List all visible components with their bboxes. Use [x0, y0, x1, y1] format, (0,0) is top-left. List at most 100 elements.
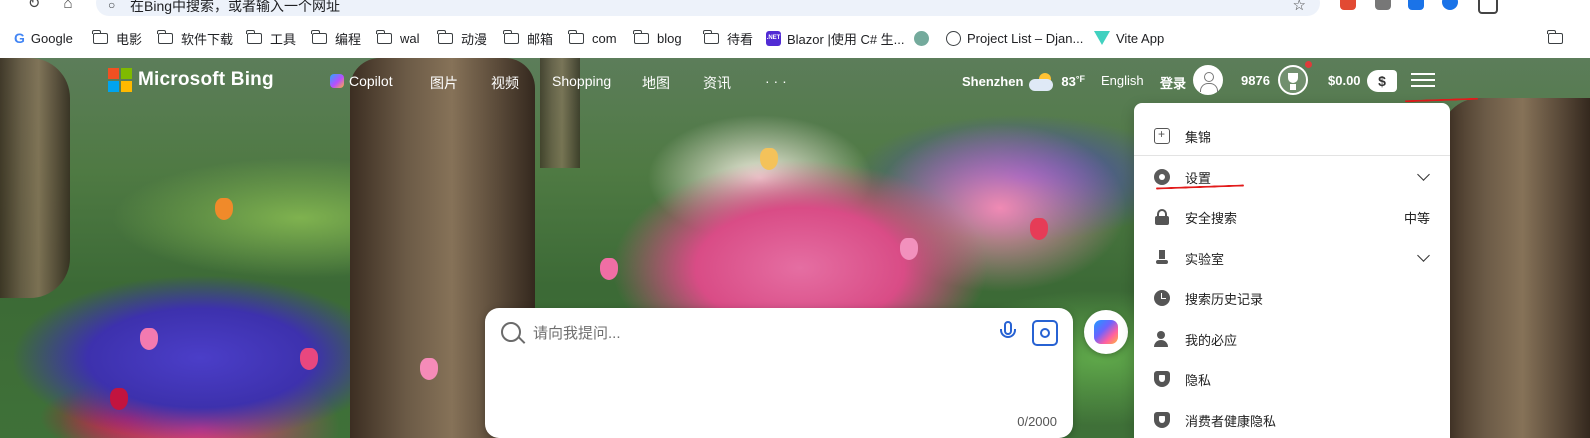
folder-icon: [633, 29, 649, 44]
nav-videos[interactable]: 视频: [491, 73, 519, 93]
bookmark-label: 邮箱: [527, 31, 554, 47]
char-counter: 0/2000: [1017, 414, 1057, 429]
extension-icon[interactable]: [1340, 0, 1356, 10]
nav-copilot[interactable]: Copilot: [330, 73, 393, 89]
extension-icon[interactable]: [1442, 0, 1458, 10]
nav-maps[interactable]: 地图: [642, 73, 670, 93]
folder-icon: [437, 29, 453, 44]
brand-name: Microsoft Bing: [138, 69, 274, 90]
weather-unit: °F: [1075, 74, 1085, 84]
bookmark-google[interactable]: G Google: [14, 29, 73, 47]
lab-icon: [1154, 250, 1170, 266]
bookmark-folder[interactable]: wal: [376, 29, 420, 47]
hamburger-menu-icon[interactable]: [1411, 70, 1435, 90]
chatgpt-icon: [914, 30, 929, 46]
copilot-button[interactable]: [1084, 310, 1128, 354]
tulip-image: [110, 388, 128, 410]
microphone-icon[interactable]: [999, 321, 1019, 345]
visual-search-icon[interactable]: [1032, 320, 1058, 346]
bookmark-vite-app[interactable]: Vite App: [1094, 29, 1164, 47]
balance-amount[interactable]: $0.00: [1328, 73, 1361, 88]
bookmark-folder[interactable]: 待看: [703, 29, 754, 47]
nav-shopping[interactable]: Shopping: [552, 73, 611, 89]
chevron-down-icon[interactable]: [1417, 168, 1430, 181]
tulip-image: [900, 238, 918, 260]
partly-cloudy-icon: [1029, 73, 1055, 91]
nav-images[interactable]: 图片: [430, 73, 458, 93]
bookmark-label: 动漫: [461, 31, 488, 47]
bookmark-folder[interactable]: 工具: [246, 29, 296, 47]
avatar-icon[interactable]: [1193, 65, 1223, 95]
tree-trunk-image: [0, 58, 70, 298]
menu-item-settings[interactable]: 设置: [1134, 157, 1450, 197]
tulip-image: [760, 148, 778, 170]
nav-more[interactable]: · · ·: [765, 73, 787, 89]
bookmark-label: Project List – Djan...: [967, 30, 1084, 46]
history-icon: [1154, 290, 1170, 306]
globe-icon: [946, 30, 961, 46]
login-link[interactable]: 登录: [1160, 73, 1186, 92]
search-box[interactable]: 0/2000: [485, 308, 1073, 438]
menu-item-label: 集锦: [1185, 129, 1212, 145]
weather-widget[interactable]: Shenzhen 83°F: [962, 73, 1085, 91]
rewards-trophy-icon[interactable]: [1278, 65, 1308, 95]
nav-label: Copilot: [349, 73, 393, 89]
menu-item-labs[interactable]: 实验室: [1134, 238, 1450, 278]
tulip-image: [140, 328, 158, 350]
bookmark-folder[interactable]: 动漫: [437, 29, 488, 47]
menu-item-safesearch[interactable]: 安全搜索 中等: [1134, 197, 1450, 237]
folder-icon: [1547, 29, 1563, 44]
address-text: 在Bing中搜索，或者输入一个网址: [130, 0, 341, 14]
menu-item-label: 安全搜索: [1185, 210, 1238, 226]
bookmark-folder[interactable]: 电影: [92, 29, 143, 47]
folder-icon: [376, 29, 392, 44]
menu-divider: [1134, 155, 1450, 156]
dollar-tag-icon[interactable]: $: [1367, 70, 1397, 92]
google-icon: G: [14, 30, 25, 46]
menu-item-label: 隐私: [1185, 372, 1212, 388]
menu-item-search-history[interactable]: 搜索历史记录: [1134, 278, 1450, 318]
weather-location: Shenzhen: [962, 74, 1024, 89]
folder-icon: [246, 29, 262, 44]
address-bar[interactable]: ○ 在Bing中搜索，或者输入一个网址 ☆: [96, 0, 1320, 16]
shield-icon: [1154, 412, 1170, 428]
nav-news[interactable]: 资讯: [703, 73, 731, 93]
bookmark-label: Vite App: [1116, 30, 1165, 46]
extensions-puzzle-icon[interactable]: [1478, 0, 1498, 14]
bookmark-label: com: [592, 30, 617, 46]
menu-item-privacy[interactable]: 隐私: [1134, 359, 1450, 399]
folder-icon: [503, 29, 519, 44]
rewards-points[interactable]: 9876: [1241, 73, 1270, 88]
bookmark-folder-overflow[interactable]: [1547, 29, 1571, 47]
bookmark-folder[interactable]: 邮箱: [503, 29, 554, 47]
bookmark-label: 待看: [727, 31, 754, 47]
search-input[interactable]: [531, 318, 975, 348]
home-icon[interactable]: ⌂: [60, 0, 76, 12]
bookmark-folder[interactable]: 软件下载: [157, 29, 234, 47]
dotnet-icon: .NET: [766, 30, 781, 46]
chevron-down-icon[interactable]: [1417, 249, 1430, 262]
extension-icon[interactable]: [1408, 0, 1424, 10]
menu-item-health-privacy[interactable]: 消费者健康隐私: [1134, 400, 1450, 438]
copilot-icon: [330, 74, 344, 88]
language-link[interactable]: English: [1101, 73, 1144, 88]
bookmark-project-list[interactable]: Project List – Djan...: [946, 29, 1083, 47]
search-icon: [501, 322, 521, 342]
safesearch-level: 中等: [1403, 210, 1430, 226]
reload-icon[interactable]: ↻: [26, 0, 42, 12]
tulip-image: [420, 358, 438, 380]
bookmark-label: 电影: [116, 31, 143, 47]
bookmark-folder[interactable]: blog: [633, 29, 682, 47]
bing-logo[interactable]: Microsoft Bing: [108, 68, 274, 92]
extension-icon[interactable]: [1375, 0, 1391, 10]
bookmark-folder[interactable]: 编程: [311, 29, 361, 47]
bookmark-label: 软件下载: [181, 31, 234, 47]
menu-item-my-bing[interactable]: 我的必应: [1134, 319, 1450, 359]
bookmark-folder[interactable]: com: [568, 29, 617, 47]
tulip-image: [300, 348, 318, 370]
bookmark-chatgpt[interactable]: [914, 29, 935, 47]
menu-item-collections[interactable]: 集锦: [1134, 116, 1450, 156]
weather-temp: 83: [1061, 74, 1076, 89]
bookmark-star-icon[interactable]: ☆: [1293, 0, 1306, 14]
bookmark-blazor[interactable]: .NET Blazor |使用 C# 生...: [766, 29, 905, 47]
